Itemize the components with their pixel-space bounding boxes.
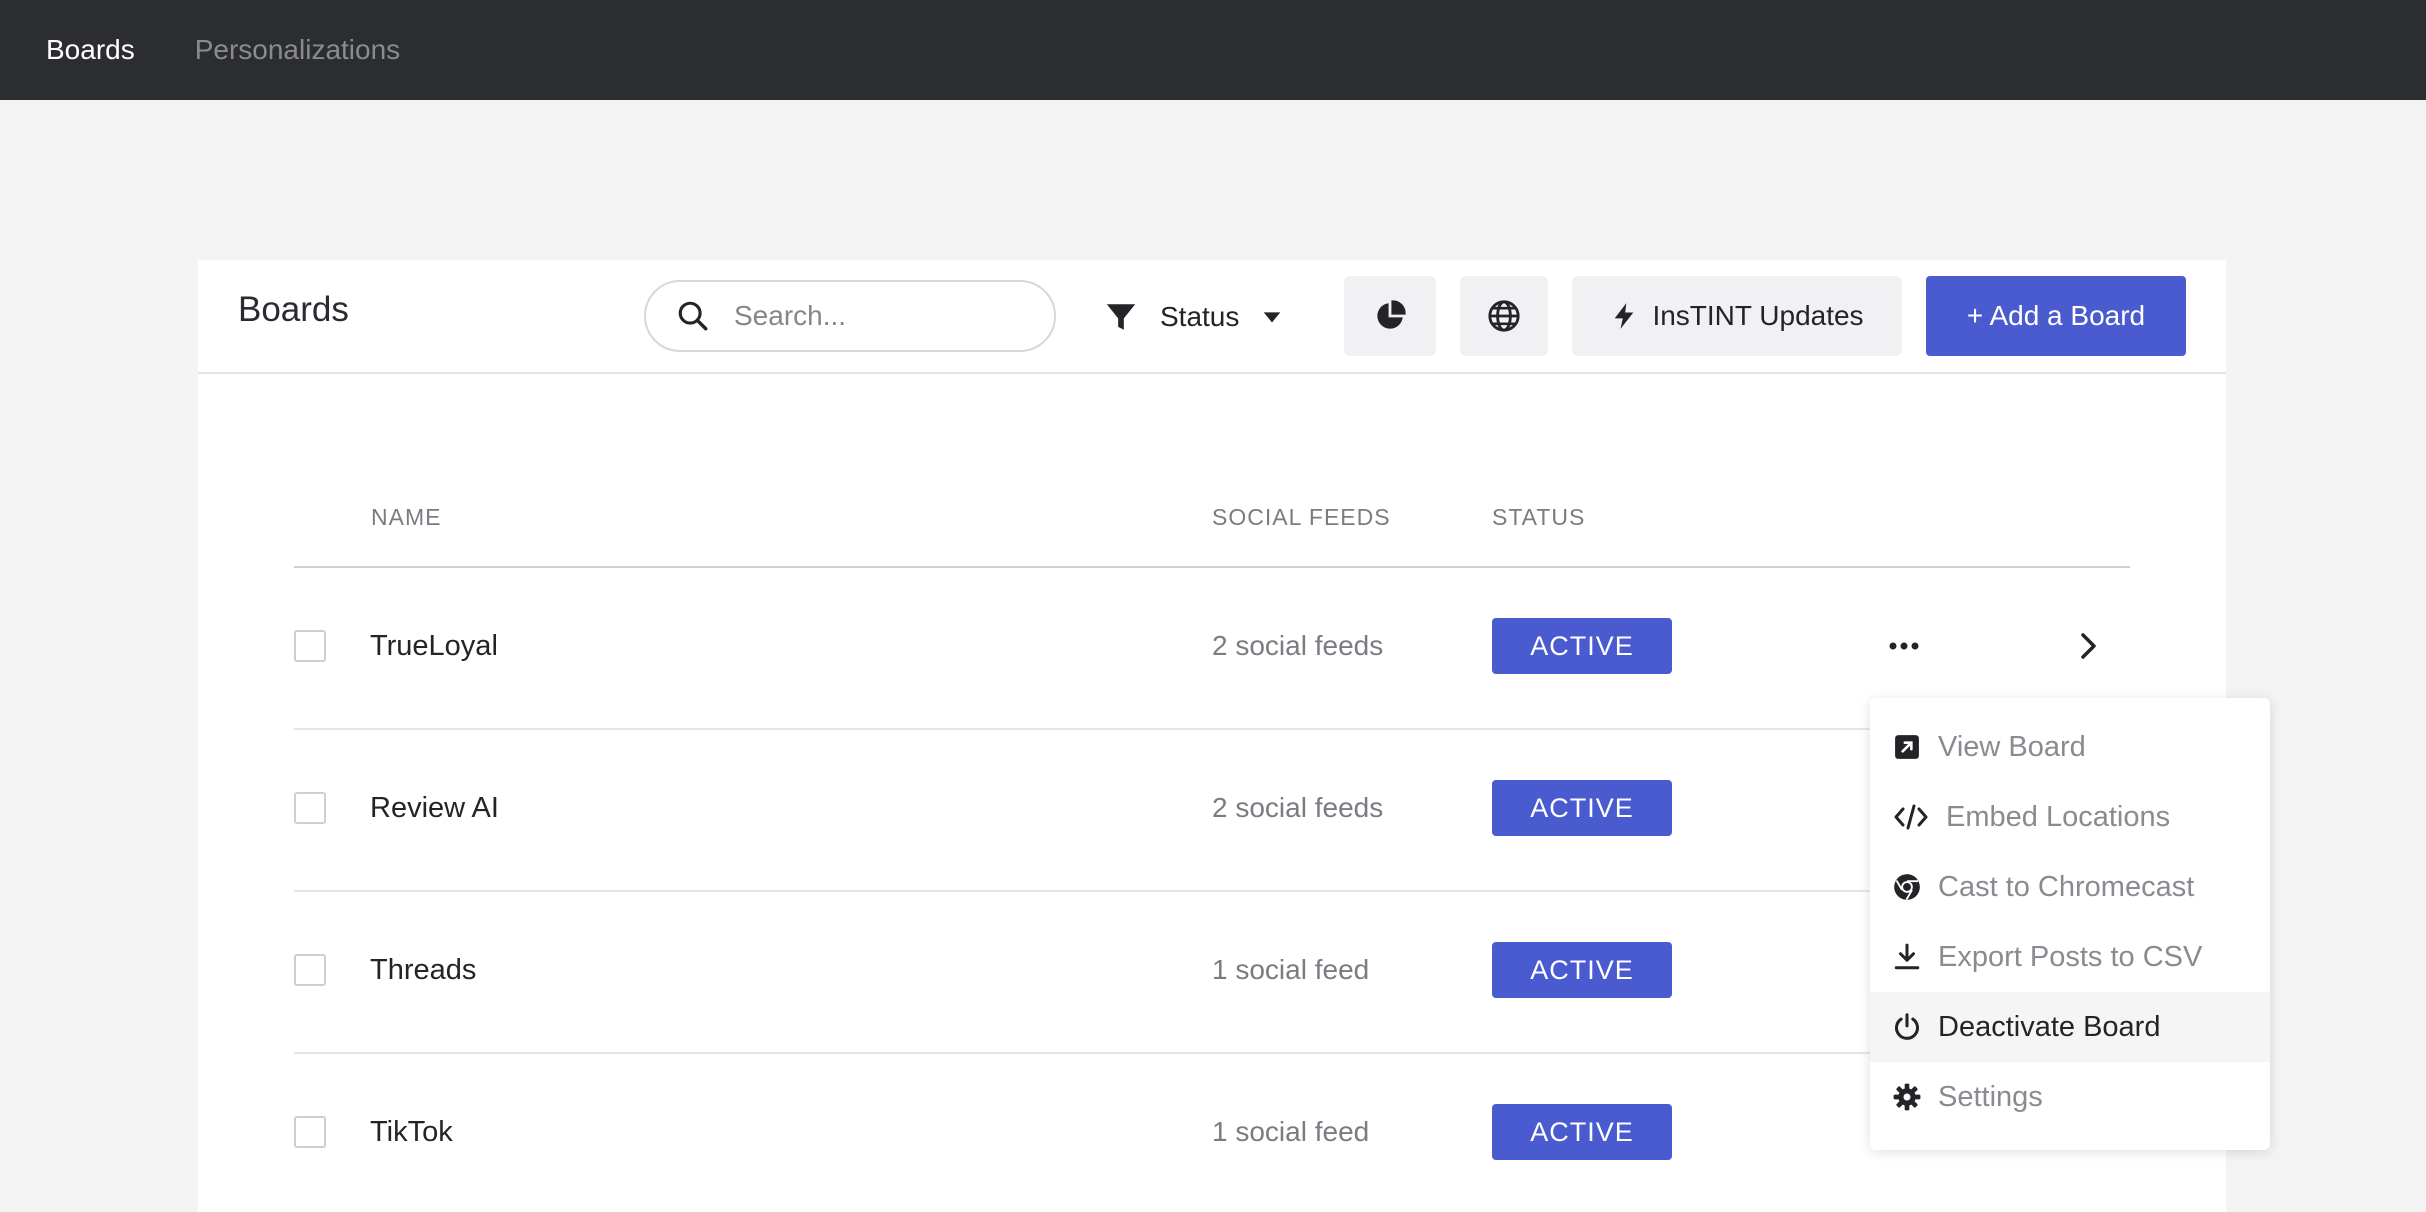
status-badge: ACTIVE xyxy=(1492,1104,1672,1160)
menu-item-label: Cast to Chromecast xyxy=(1938,870,2195,903)
ellipsis-icon xyxy=(1889,642,1919,650)
column-header-social-feeds: SOCIAL FEEDS xyxy=(1212,504,1391,530)
language-button[interactable] xyxy=(1460,276,1548,356)
table-row[interactable]: TrueLoyal 2 social feeds ACTIVE xyxy=(294,568,2130,730)
instint-updates-button[interactable]: InsTINT Updates xyxy=(1572,276,1902,356)
menu-item-view-board[interactable]: View Board xyxy=(1870,712,2270,782)
search-box[interactable] xyxy=(644,280,1056,352)
external-link-icon xyxy=(1892,732,1922,762)
menu-item-label: Embed Locations xyxy=(1946,800,2171,833)
row-checkbox[interactable] xyxy=(294,954,326,986)
analytics-button[interactable] xyxy=(1344,276,1436,356)
search-input[interactable] xyxy=(734,300,1034,332)
page-title: Boards xyxy=(238,290,349,329)
card-header: Boards Status xyxy=(198,260,2226,374)
menu-item-export-csv[interactable]: Export Posts to CSV xyxy=(1870,922,2270,992)
menu-item-label: View Board xyxy=(1938,730,2086,763)
filter-icon xyxy=(1106,304,1136,330)
menu-item-settings[interactable]: Settings xyxy=(1870,1062,2270,1132)
menu-item-embed-locations[interactable]: Embed Locations xyxy=(1870,782,2270,852)
status-filter-dropdown[interactable]: Status xyxy=(1104,284,1283,350)
status-badge: ACTIVE xyxy=(1492,942,1672,998)
social-feeds-count: 1 social feed xyxy=(1212,954,1370,985)
add-board-button[interactable]: + Add a Board xyxy=(1926,276,2186,356)
row-checkbox[interactable] xyxy=(294,792,326,824)
social-feeds-count: 2 social feeds xyxy=(1212,630,1384,661)
bolt-icon xyxy=(1615,303,1634,329)
download-icon xyxy=(1892,942,1922,972)
board-actions-menu: View Board Embed Locations Cast to Chrom… xyxy=(1870,698,2270,1150)
power-icon xyxy=(1892,1012,1922,1042)
chevron-right-icon xyxy=(2081,633,2096,659)
board-name[interactable]: TrueLoyal xyxy=(370,630,498,663)
top-nav-items: Boards Personalizations xyxy=(0,34,460,66)
search-icon xyxy=(678,301,708,331)
menu-item-label: Deactivate Board xyxy=(1938,1010,2161,1043)
status-filter-label: Status xyxy=(1160,301,1240,332)
column-header-name: NAME xyxy=(371,504,442,530)
code-icon xyxy=(1892,802,1930,832)
row-checkbox[interactable] xyxy=(294,1116,326,1148)
row-checkbox[interactable] xyxy=(294,630,326,662)
menu-item-deactivate-board[interactable]: Deactivate Board xyxy=(1870,992,2270,1062)
pie-chart-icon xyxy=(1377,300,1406,329)
top-nav: Boards Personalizations xyxy=(0,0,2426,100)
menu-item-label: Export Posts to CSV xyxy=(1938,940,2203,973)
instint-updates-label: InsTINT Updates xyxy=(1652,300,1864,331)
nav-personalizations[interactable]: Personalizations xyxy=(195,34,400,66)
table-row[interactable]: Review AI 2 social feeds ACTIVE xyxy=(294,730,2130,892)
board-name[interactable]: Threads xyxy=(370,954,476,987)
board-name[interactable]: TikTok xyxy=(370,1116,453,1149)
status-badge: ACTIVE xyxy=(1492,780,1672,836)
gear-icon xyxy=(1892,1082,1922,1112)
table-row[interactable]: TikTok 1 social feed ACTIVE xyxy=(294,1054,2130,1212)
chevron-down-icon xyxy=(1264,312,1281,323)
menu-item-label: Settings xyxy=(1938,1080,2043,1113)
nav-boards[interactable]: Boards xyxy=(46,34,135,66)
menu-item-cast-chromecast[interactable]: Cast to Chromecast xyxy=(1870,852,2270,922)
chrome-icon xyxy=(1892,872,1922,902)
column-header-status: STATUS xyxy=(1492,504,1586,530)
globe-icon xyxy=(1488,300,1520,332)
social-feeds-count: 2 social feeds xyxy=(1212,792,1384,823)
open-board-button[interactable] xyxy=(2068,626,2108,666)
status-badge: ACTIVE xyxy=(1492,618,1672,674)
social-feeds-count: 1 social feed xyxy=(1212,1116,1370,1147)
board-name[interactable]: Review AI xyxy=(370,792,499,825)
more-options-button[interactable] xyxy=(1884,626,1924,666)
table-row[interactable]: Threads 1 social feed ACTIVE xyxy=(294,892,2130,1054)
